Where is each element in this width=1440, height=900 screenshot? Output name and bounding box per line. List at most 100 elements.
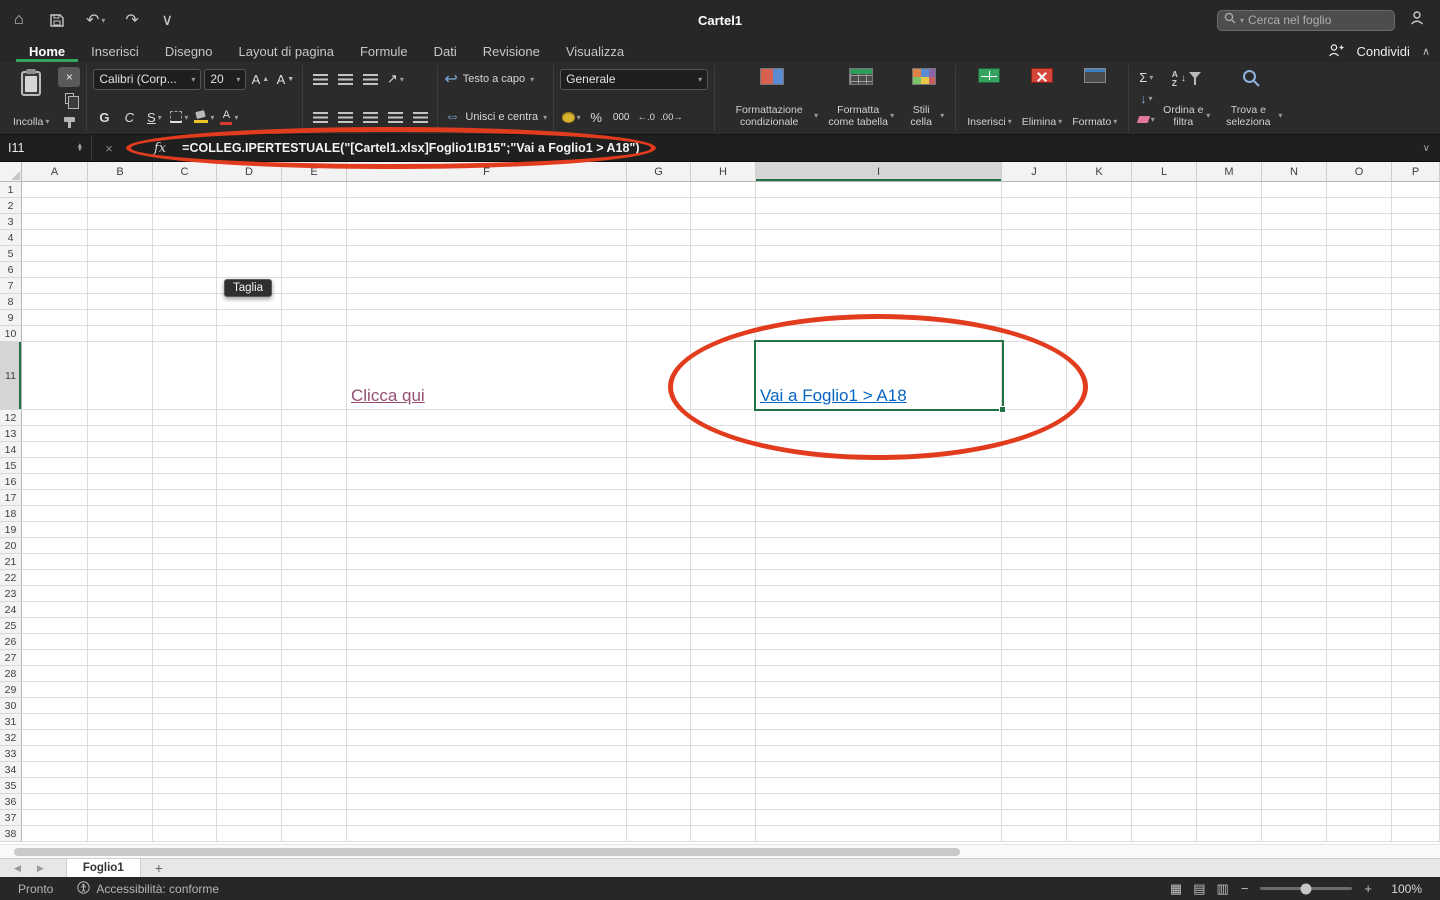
- cell-B34[interactable]: [88, 762, 153, 778]
- cell-D10[interactable]: [217, 326, 282, 342]
- cell-M32[interactable]: [1197, 730, 1262, 746]
- row-header-4[interactable]: 4: [0, 230, 22, 246]
- cell-J12[interactable]: [1002, 410, 1067, 426]
- cell-G18[interactable]: [627, 506, 691, 522]
- format-as-table-button[interactable]: Formatta come tabella▾: [823, 67, 899, 129]
- cell-O20[interactable]: [1327, 538, 1392, 554]
- cell-F33[interactable]: [347, 746, 627, 762]
- cell-B11[interactable]: [88, 342, 153, 410]
- expand-formula-bar-icon[interactable]: ∨: [1423, 143, 1440, 154]
- formula-input[interactable]: =COLLEG.IPERTESTUALE("[Cartel1.xlsx]Fogl…: [182, 141, 639, 155]
- cell-L23[interactable]: [1132, 586, 1197, 602]
- cell-G35[interactable]: [627, 778, 691, 794]
- cell-F14[interactable]: [347, 442, 627, 458]
- redo-button[interactable]: ↷: [125, 10, 141, 30]
- cell-J21[interactable]: [1002, 554, 1067, 570]
- cell-P6[interactable]: [1392, 262, 1440, 278]
- cell-J27[interactable]: [1002, 650, 1067, 666]
- row-header-26[interactable]: 26: [0, 634, 22, 650]
- cell-C7[interactable]: [153, 278, 217, 294]
- tab-dati[interactable]: Dati: [421, 40, 470, 62]
- cell-N18[interactable]: [1262, 506, 1327, 522]
- cell-M18[interactable]: [1197, 506, 1262, 522]
- cell-C36[interactable]: [153, 794, 217, 810]
- cell-L1[interactable]: [1132, 182, 1197, 198]
- row-header-22[interactable]: 22: [0, 570, 22, 586]
- cell-C27[interactable]: [153, 650, 217, 666]
- page-layout-view-icon[interactable]: ▤: [1193, 881, 1205, 897]
- cell-C16[interactable]: [153, 474, 217, 490]
- cell-L21[interactable]: [1132, 554, 1197, 570]
- cell-P33[interactable]: [1392, 746, 1440, 762]
- cell-O14[interactable]: [1327, 442, 1392, 458]
- cell-E3[interactable]: [282, 214, 347, 230]
- cell-O38[interactable]: [1327, 826, 1392, 842]
- cell-D19[interactable]: [217, 522, 282, 538]
- cell-I11[interactable]: Vai a Foglio1 > A18: [756, 342, 1002, 410]
- cell-L8[interactable]: [1132, 294, 1197, 310]
- cell-E13[interactable]: [282, 426, 347, 442]
- row-header-24[interactable]: 24: [0, 602, 22, 618]
- cell-J29[interactable]: [1002, 682, 1067, 698]
- cell-C34[interactable]: [153, 762, 217, 778]
- row-header-38[interactable]: 38: [0, 826, 22, 842]
- horizontal-scrollbar-thumb[interactable]: [14, 848, 960, 856]
- cell-M22[interactable]: [1197, 570, 1262, 586]
- cell-I17[interactable]: [756, 490, 1002, 506]
- cell-N17[interactable]: [1262, 490, 1327, 506]
- cell-D14[interactable]: [217, 442, 282, 458]
- cell-E22[interactable]: [282, 570, 347, 586]
- align-bottom-button[interactable]: [359, 68, 381, 90]
- row-header-36[interactable]: 36: [0, 794, 22, 810]
- cell-D15[interactable]: [217, 458, 282, 474]
- cell-K3[interactable]: [1067, 214, 1132, 230]
- cell-B10[interactable]: [88, 326, 153, 342]
- cell-I33[interactable]: [756, 746, 1002, 762]
- cell-E16[interactable]: [282, 474, 347, 490]
- cell-G25[interactable]: [627, 618, 691, 634]
- cell-A30[interactable]: [22, 698, 88, 714]
- cell-K33[interactable]: [1067, 746, 1132, 762]
- cell-A24[interactable]: [22, 602, 88, 618]
- cell-I16[interactable]: [756, 474, 1002, 490]
- cell-E6[interactable]: [282, 262, 347, 278]
- cell-H33[interactable]: [691, 746, 756, 762]
- cell-J20[interactable]: [1002, 538, 1067, 554]
- cell-J28[interactable]: [1002, 666, 1067, 682]
- cell-A26[interactable]: [22, 634, 88, 650]
- cell-H38[interactable]: [691, 826, 756, 842]
- cell-O35[interactable]: [1327, 778, 1392, 794]
- accessibility-status[interactable]: Accessibilità: conforme: [96, 882, 219, 896]
- cell-E17[interactable]: [282, 490, 347, 506]
- cell-L5[interactable]: [1132, 246, 1197, 262]
- cell-P25[interactable]: [1392, 618, 1440, 634]
- cell-I8[interactable]: [756, 294, 1002, 310]
- cell-N5[interactable]: [1262, 246, 1327, 262]
- italic-button[interactable]: C: [118, 106, 140, 128]
- column-header-G[interactable]: G: [627, 162, 691, 182]
- cell-F20[interactable]: [347, 538, 627, 554]
- row-header-20[interactable]: 20: [0, 538, 22, 554]
- cell-J4[interactable]: [1002, 230, 1067, 246]
- next-sheet-icon[interactable]: ▶: [37, 863, 44, 874]
- cell-F35[interactable]: [347, 778, 627, 794]
- cell-L27[interactable]: [1132, 650, 1197, 666]
- cell-D21[interactable]: [217, 554, 282, 570]
- align-center-button[interactable]: [334, 106, 356, 128]
- tab-disegno[interactable]: Disegno: [152, 40, 226, 62]
- cell-J7[interactable]: [1002, 278, 1067, 294]
- cell-P23[interactable]: [1392, 586, 1440, 602]
- cell-L17[interactable]: [1132, 490, 1197, 506]
- cell-D31[interactable]: [217, 714, 282, 730]
- cell-G3[interactable]: [627, 214, 691, 230]
- cell-D9[interactable]: [217, 310, 282, 326]
- cell-K2[interactable]: [1067, 198, 1132, 214]
- column-header-E[interactable]: E: [282, 162, 347, 182]
- cell-L25[interactable]: [1132, 618, 1197, 634]
- cell-F17[interactable]: [347, 490, 627, 506]
- page-break-view-icon[interactable]: ▥: [1217, 881, 1229, 897]
- cell-F5[interactable]: [347, 246, 627, 262]
- cut-button[interactable]: ×: [58, 67, 80, 87]
- cell-J26[interactable]: [1002, 634, 1067, 650]
- cell-A23[interactable]: [22, 586, 88, 602]
